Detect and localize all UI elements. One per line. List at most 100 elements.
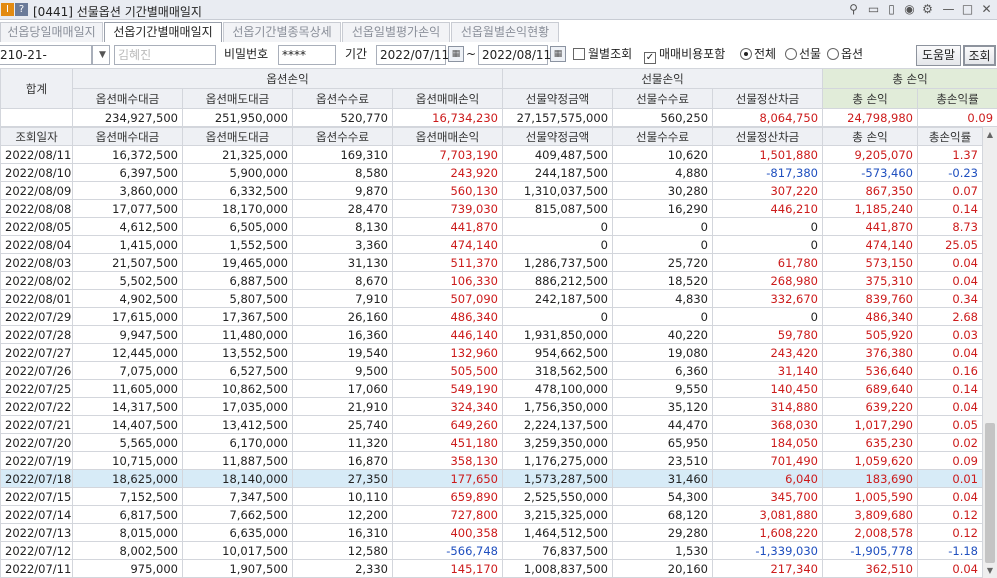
table-row[interactable]: 2022/07/28 9,947,500 11,480,000 16,360 446,1… <box>0 325 983 344</box>
arrow-up-icon[interactable]: ▲ <box>983 127 997 142</box>
table-row[interactable]: 2022/07/26 7,075,000 6,527,500 9,500 505,500… <box>0 361 983 380</box>
row-cell: 573,150 <box>822 253 918 272</box>
row-cell: 536,640 <box>822 361 918 380</box>
table-row[interactable]: 2022/08/11 16,372,500 21,325,000 169,310 7,7… <box>0 145 983 164</box>
account-number-field[interactable]: 210-21-1865715 <box>0 45 92 80</box>
help-question-icon[interactable]: ? <box>15 3 28 16</box>
tab-daily-valuation[interactable]: 선옵일별평가손익 <box>342 22 450 42</box>
table-row[interactable]: 2022/08/09 3,860,000 6,332,500 9,870 560,130… <box>0 181 983 200</box>
settings-gear-icon[interactable]: ⚙ <box>920 2 935 17</box>
row-cell: 17,060 <box>292 379 393 398</box>
help-button[interactable]: 도움말 <box>916 45 961 66</box>
row-cell: 169,310 <box>292 145 393 164</box>
row-cell: 12,445,000 <box>72 343 183 362</box>
table-row[interactable]: 2022/07/13 8,015,000 6,635,000 16,310 400,35… <box>0 523 983 542</box>
row-cell: 867,350 <box>822 181 918 200</box>
list-col-header[interactable]: 선물약정금액 <box>502 127 613 146</box>
close-icon[interactable]: ✕ <box>979 2 994 17</box>
tab-period-item-detail[interactable]: 선옵기간별종목상세 <box>223 22 341 42</box>
pin-icon[interactable]: ⚲ <box>846 2 861 17</box>
row-cell: 0.14 <box>917 379 983 398</box>
table-row[interactable]: 2022/07/22 14,317,500 17,035,000 21,910 324,… <box>0 397 983 416</box>
row-cell: 9,550 <box>612 379 713 398</box>
table-row[interactable]: 2022/08/08 17,077,500 18,170,000 28,470 739,… <box>0 199 983 218</box>
table-row[interactable]: 2022/07/20 5,565,000 6,170,000 11,320 451,18… <box>0 433 983 452</box>
list-col-header[interactable]: 옵션매도대금 <box>182 127 293 146</box>
table-row[interactable]: 2022/07/25 11,605,000 10,862,500 17,060 549,… <box>0 379 983 398</box>
table-row[interactable]: 2022/08/02 5,502,500 6,887,500 8,670 106,330… <box>0 271 983 290</box>
list-col-header[interactable]: 선물정산차금 <box>712 127 823 146</box>
table-row[interactable]: 2022/08/05 4,612,500 6,505,000 8,130 441,870… <box>0 217 983 236</box>
table-row[interactable]: 2022/07/19 10,715,000 11,887,500 16,870 358,… <box>0 451 983 470</box>
radio-selected-icon[interactable] <box>740 48 752 60</box>
camera-icon[interactable]: ◉ <box>902 2 917 17</box>
link-icon[interactable]: ▯ <box>884 2 899 17</box>
row-cell: 1,286,737,500 <box>502 253 613 272</box>
row-cell: 332,670 <box>712 289 823 308</box>
date-to-field[interactable]: 2022/08/11 <box>478 45 551 65</box>
chevron-down-icon[interactable]: ▼ <box>92 45 110 65</box>
date-from-field[interactable]: 2022/07/11 <box>376 45 449 65</box>
table-row[interactable]: 2022/07/27 12,445,000 13,552,500 19,540 132,… <box>0 343 983 362</box>
list-col-header[interactable]: 옵션수수료 <box>292 127 393 146</box>
vertical-scrollbar[interactable]: ▲ ▼ <box>982 127 997 578</box>
checkbox-icon[interactable] <box>573 48 585 60</box>
row-cell: 6,332,500 <box>182 181 293 200</box>
tab-period-trading-log[interactable]: 선옵기간별매매일지 <box>104 22 222 42</box>
radio-futures[interactable]: 선물 <box>785 45 821 65</box>
radio-all[interactable]: 전체 <box>740 45 776 65</box>
table-row[interactable]: 2022/07/29 17,615,000 17,367,500 26,160 486,… <box>0 307 983 326</box>
row-cell: 0 <box>612 217 713 236</box>
row-cell: 35,120 <box>612 397 713 416</box>
row-cell: 9,947,500 <box>72 325 183 344</box>
list-col-header[interactable]: 조회일자 <box>0 127 73 146</box>
monthly-checkbox[interactable]: 월별조회 <box>573 45 632 65</box>
window-title: [0441] 선물옵션 기간별매매일지 <box>33 5 202 19</box>
table-row[interactable]: 2022/07/21 14,407,500 13,412,500 25,740 649,… <box>0 415 983 434</box>
row-cell: 1,530 <box>612 541 713 560</box>
calendar-icon[interactable]: ▦ <box>550 46 566 62</box>
row-cell: 11,320 <box>292 433 393 452</box>
list-col-header[interactable]: 선물수수료 <box>612 127 713 146</box>
scrollbar-thumb[interactable] <box>985 423 995 563</box>
row-cell: 13,412,500 <box>182 415 293 434</box>
list-col-header[interactable]: 총 손익 <box>822 127 918 146</box>
table-row[interactable]: 2022/07/14 6,817,500 7,662,500 12,200 727,80… <box>0 505 983 524</box>
radio-options[interactable]: 옵션 <box>827 45 863 65</box>
row-cell: 59,780 <box>712 325 823 344</box>
row-date: 2022/07/18 <box>0 469 73 488</box>
row-cell: 0.12 <box>917 505 983 524</box>
calendar-icon[interactable]: ▦ <box>448 46 464 62</box>
col-header: 옵션매매손익 <box>391 88 504 109</box>
row-cell: 446,140 <box>392 325 503 344</box>
password-field[interactable]: **** <box>278 45 336 65</box>
table-row[interactable]: 2022/08/10 6,397,500 5,900,000 8,580 243,920… <box>0 163 983 182</box>
tab-daily-trading-log[interactable]: 선옵당일매매일지 <box>0 22 103 42</box>
row-cell: -817,380 <box>712 163 823 182</box>
copy-window-icon[interactable]: ▭ <box>866 2 881 17</box>
table-row[interactable]: 2022/08/04 1,415,000 1,552,500 3,360 474,140… <box>0 235 983 254</box>
include-fees-checkbox[interactable]: ✓ 매매비용포함 <box>644 45 725 65</box>
list-col-header[interactable]: 총손익률 <box>917 127 983 146</box>
table-row[interactable]: 2022/07/15 7,152,500 7,347,500 10,110 659,89… <box>0 487 983 506</box>
table-row[interactable]: 2022/07/11 975,000 1,907,500 2,330 145,170 1,… <box>0 559 983 578</box>
row-cell: 4,830 <box>612 289 713 308</box>
table-row[interactable]: 2022/07/18 18,625,000 18,140,000 27,350 177,… <box>0 469 983 488</box>
table-row[interactable]: 2022/08/01 4,902,500 5,807,500 7,910 507,090… <box>0 289 983 308</box>
radio-icon[interactable] <box>785 48 797 60</box>
table-row[interactable]: 2022/08/03 21,507,500 19,465,000 31,130 511,… <box>0 253 983 272</box>
minimize-icon[interactable]: — <box>941 2 956 17</box>
row-cell: 1,608,220 <box>712 523 823 542</box>
arrow-down-icon[interactable]: ▼ <box>983 563 997 578</box>
tab-monthly-pnl[interactable]: 선옵월별손익현황 <box>451 22 559 42</box>
list-col-header[interactable]: 옵션매수대금 <box>72 127 183 146</box>
table-row[interactable]: 2022/07/12 8,002,500 10,017,500 12,580 -566,… <box>0 541 983 560</box>
radio-icon[interactable] <box>827 48 839 60</box>
list-col-header[interactable]: 옵션매매손익 <box>392 127 503 146</box>
query-button[interactable]: 조회 <box>963 45 996 66</box>
row-cell: 184,050 <box>712 433 823 452</box>
checkbox-checked-icon[interactable]: ✓ <box>644 52 656 64</box>
maximize-icon[interactable]: □ <box>960 2 975 17</box>
row-cell: 8,130 <box>292 217 393 236</box>
row-cell: 31,130 <box>292 253 393 272</box>
